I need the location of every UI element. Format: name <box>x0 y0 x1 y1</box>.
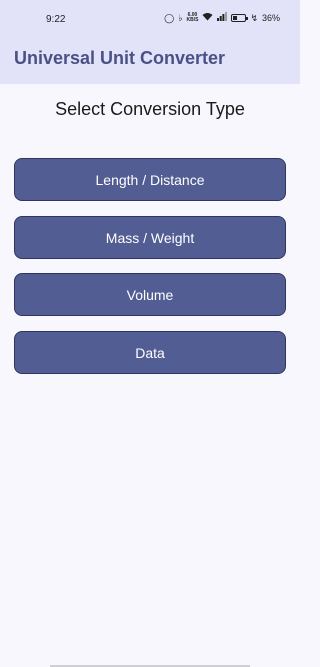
button-label: Volume <box>126 286 174 303</box>
wifi-icon <box>202 12 213 24</box>
signal-icon <box>217 12 228 24</box>
network-speed: 6.00 KB/S <box>186 13 198 23</box>
app-title: Universal Unit Converter <box>14 48 226 68</box>
network-speed-unit: KB/S <box>186 17 199 23</box>
mute-icon: ♭ <box>178 13 183 23</box>
button-label: Data <box>135 344 165 361</box>
data-saver-icon: ◯ <box>164 13 175 23</box>
length-distance-button[interactable]: Length / Distance <box>14 158 286 201</box>
volume-button[interactable]: Volume <box>14 273 286 316</box>
button-label: Mass / Weight <box>105 229 195 246</box>
status-bar: 9:22 ◯ ♭ 6.00 KB/S ↯ 36% <box>0 0 300 40</box>
mass-weight-button[interactable]: Mass / Weight <box>14 216 286 259</box>
app-bar: Universal Unit Converter <box>0 40 300 84</box>
data-button[interactable]: Data <box>14 331 286 374</box>
status-time: 9:22 <box>46 14 66 25</box>
battery-icon <box>231 14 249 22</box>
button-label: Length / Distance <box>95 171 205 188</box>
charging-icon: ↯ <box>250 13 258 23</box>
status-icons: ◯ ♭ 6.00 KB/S ↯ 36% <box>164 12 280 24</box>
battery-percent: 36% <box>261 13 280 23</box>
page-heading: Select Conversion Type <box>55 99 245 119</box>
